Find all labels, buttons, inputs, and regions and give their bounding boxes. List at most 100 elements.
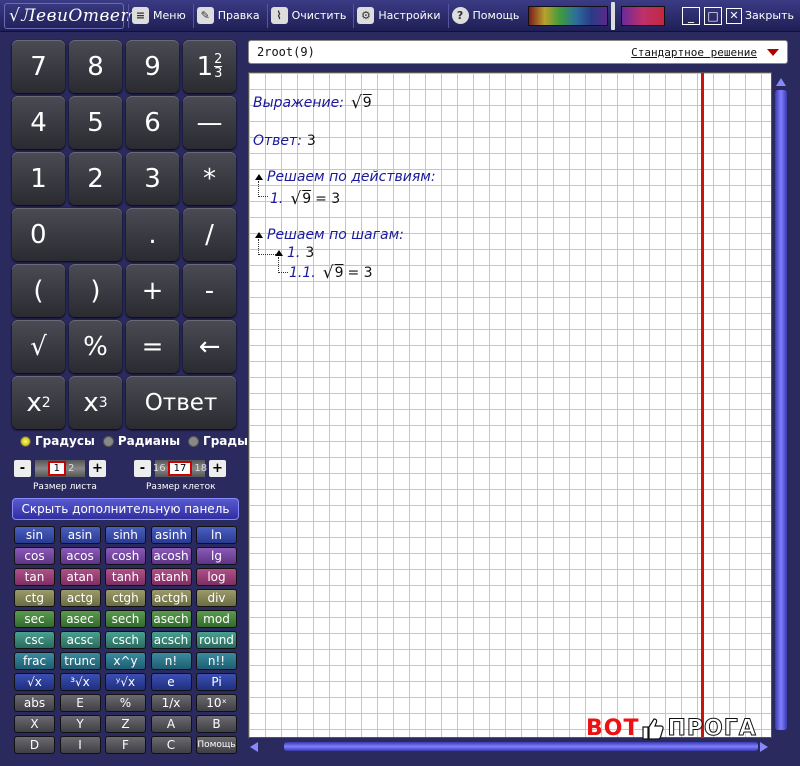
function-key-53[interactable]: C [150,736,192,754]
function-key-31[interactable]: trunc [59,652,101,670]
key-cube[interactable]: x3 [69,376,122,429]
function-key-15[interactable]: ctg [14,589,55,607]
dropdown-arrow-icon[interactable] [767,48,779,56]
key-divide[interactable]: / [183,208,236,261]
function-key-2[interactable]: sinh [105,526,146,544]
key-sqrt[interactable]: √ [12,320,65,373]
key-percent[interactable]: % [69,320,122,373]
function-key-29[interactable]: round [196,631,237,649]
key-dash[interactable]: — [183,96,236,149]
function-key-1[interactable]: asin [59,526,101,544]
key-backspace[interactable]: ← [183,320,236,373]
function-key-34[interactable]: n!! [196,652,237,670]
function-key-45[interactable]: X [14,715,55,733]
function-key-9[interactable]: lg [196,547,237,565]
key-plus[interactable]: + [126,264,179,317]
key-1[interactable]: 1 [12,152,65,205]
function-key-5[interactable]: cos [14,547,55,565]
function-key-50[interactable]: D [14,736,55,754]
function-key-8[interactable]: acosh [150,547,192,565]
key-decimal[interactable]: . [126,208,179,261]
function-key-24[interactable]: mod [196,610,237,628]
key-7[interactable]: 7 [12,40,65,93]
function-key-43[interactable]: 1/x [150,694,192,712]
function-key-37[interactable]: ʸ√x [105,673,146,691]
function-key-12[interactable]: tanh [105,568,146,586]
palette-slider[interactable] [611,1,616,30]
key-fraction[interactable]: 1 2 3 [183,40,236,93]
cell-size-plus-button[interactable]: + [209,460,226,477]
function-key-52[interactable]: F [105,736,146,754]
function-key-42[interactable]: % [105,694,146,712]
clear-button[interactable]: ⌇ Очистить [266,3,350,28]
function-key-17[interactable]: ctgh [105,589,146,607]
function-key-22[interactable]: sech [105,610,146,628]
function-key-14[interactable]: log [196,568,237,586]
menu-button[interactable]: ≡ Меню [128,3,189,28]
cell-size-track[interactable]: 16 17 18 [153,460,207,477]
scroll-left-arrow-icon[interactable] [250,742,258,752]
edit-button[interactable]: ✎ Правка [192,3,263,28]
function-key-54[interactable]: Помощь [196,736,237,754]
function-key-0[interactable]: sin [14,526,55,544]
function-key-51[interactable]: I [59,736,101,754]
radio-radians[interactable]: Радианы [102,434,180,448]
sheet-size-track[interactable]: 1 2 [35,460,85,477]
function-key-4[interactable]: ln [196,526,237,544]
function-key-49[interactable]: B [196,715,237,733]
collapse-triangle-icon[interactable] [255,174,263,180]
key-equals[interactable]: = [126,320,179,373]
function-key-36[interactable]: ³√x [59,673,101,691]
function-key-3[interactable]: asinh [150,526,192,544]
collapse-triangle-icon[interactable] [275,250,283,256]
hide-extra-panel-button[interactable]: Скрыть дополнительную панель [12,498,239,520]
key-square[interactable]: x2 [12,376,65,429]
function-key-47[interactable]: Z [105,715,146,733]
function-key-6[interactable]: acos [59,547,101,565]
scroll-right-arrow-icon[interactable] [760,742,768,752]
key-4[interactable]: 4 [12,96,65,149]
function-key-44[interactable]: 10ˣ [196,694,237,712]
color-palette[interactable] [528,5,609,26]
function-key-11[interactable]: atan [59,568,101,586]
by-actions-header[interactable]: Решаем по действиям: [255,169,441,185]
function-key-20[interactable]: sec [14,610,55,628]
key-0[interactable]: 0 [12,208,122,261]
key-5[interactable]: 5 [69,96,122,149]
function-key-21[interactable]: asec [59,610,101,628]
minimize-button[interactable]: _ [682,6,700,25]
expression-input[interactable]: 2root(9) [257,45,631,59]
function-key-38[interactable]: e [150,673,192,691]
close-button[interactable]: ✕ Закрыть [726,7,794,24]
function-key-48[interactable]: A [150,715,192,733]
function-key-39[interactable]: Pi [196,673,237,691]
key-8[interactable]: 8 [69,40,122,93]
function-key-18[interactable]: actgh [150,589,192,607]
solution-mode-select[interactable]: Стандартное решение [631,46,757,59]
collapse-triangle-icon[interactable] [255,232,263,238]
function-key-23[interactable]: asech [150,610,192,628]
key-2[interactable]: 2 [69,152,122,205]
horizontal-scroll-thumb[interactable] [284,742,758,751]
key-right-paren[interactable]: ) [69,264,122,317]
key-left-paren[interactable]: ( [12,264,65,317]
horizontal-scrollbar[interactable] [248,740,788,754]
radio-grads[interactable]: Грады [188,434,248,448]
answer-button[interactable]: Ответ [126,376,236,429]
maximize-button[interactable]: □ [704,6,722,25]
by-steps-header[interactable]: Решаем по шагам: [255,227,409,243]
settings-button[interactable]: ⚙ Настройки [353,3,443,28]
key-multiply[interactable]: * [183,152,236,205]
function-key-35[interactable]: √x [14,673,55,691]
function-key-32[interactable]: x^y [105,652,146,670]
key-minus[interactable]: - [183,264,236,317]
help-button[interactable]: ? Помощь [447,3,523,28]
radio-degrees[interactable]: Градусы [20,434,95,448]
cell-size-minus-button[interactable]: - [134,460,151,477]
scroll-up-arrow-icon[interactable] [776,78,786,86]
function-key-13[interactable]: atanh [150,568,192,586]
function-key-10[interactable]: tan [14,568,55,586]
key-3[interactable]: 3 [126,152,179,205]
function-key-27[interactable]: csch [105,631,146,649]
function-key-7[interactable]: cosh [105,547,146,565]
